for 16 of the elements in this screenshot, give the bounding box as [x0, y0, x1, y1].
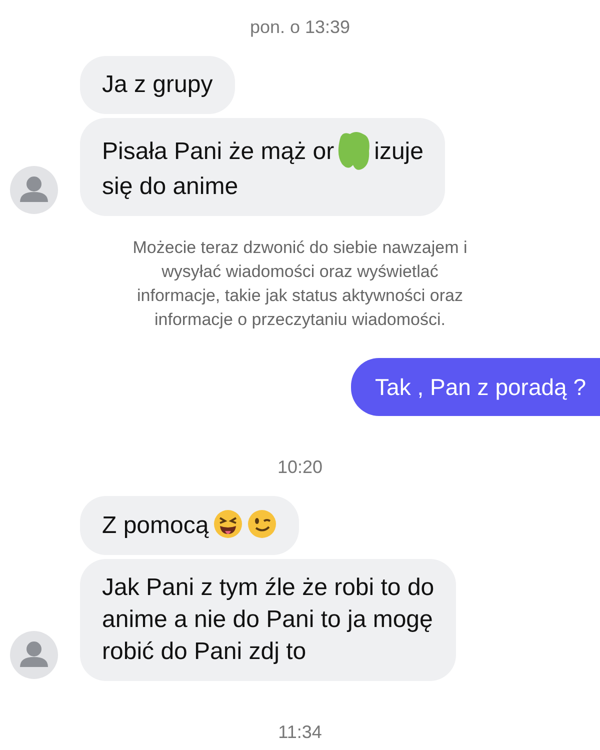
message-text: Pisała Pani że mąż or: [102, 138, 334, 165]
message-bubble: Jak Pani z tym źle że robi to do anime a nie do Pani to ja mogę robić do Pani zdj to: [80, 559, 456, 681]
timestamp: 10:20: [277, 456, 323, 478]
message-text: izuje: [374, 138, 424, 165]
timestamp: 11:34: [278, 721, 322, 743]
redaction-scribble: [336, 131, 372, 171]
avatar-icon[interactable]: [10, 166, 58, 214]
message-bubble: Tak , Pan z poradą ?: [351, 358, 600, 416]
avatar-icon[interactable]: [10, 631, 58, 679]
message-text: Z pomocą: [102, 512, 209, 539]
timestamp: pon. o 13:39: [250, 16, 350, 38]
laughing-emoji-icon: [212, 509, 243, 539]
winking-emoji-icon: [246, 509, 277, 539]
message-bubble: Ja z grupy: [80, 56, 235, 114]
message-text: się do anime: [102, 172, 240, 202]
chat-notice: Możecie teraz dzwonić do siebie nawzajem i wysyłać wiadomości oraz wyświetlać informacje, takie jak status aktywności oraz informacje o przeczytaniu wiadomości.: [132, 237, 468, 331]
